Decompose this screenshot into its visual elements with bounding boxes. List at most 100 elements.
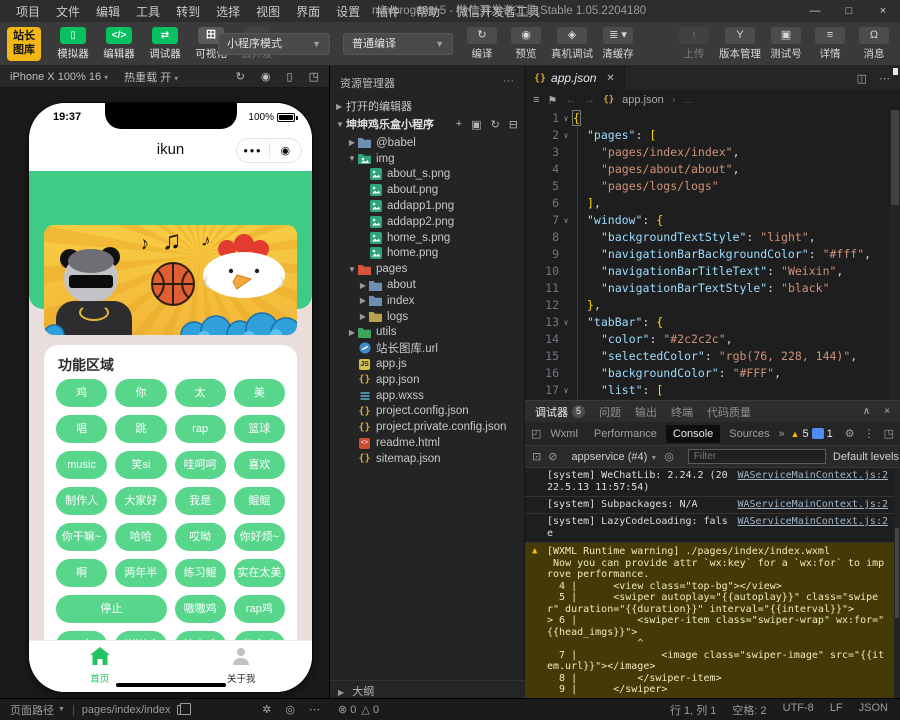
tree-item[interactable]: addapp1.png: [330, 198, 524, 214]
panel-tab-调试器[interactable]: 调试器5: [535, 404, 585, 420]
version-button[interactable]: Y版本管理: [716, 26, 764, 61]
tree-item[interactable]: ▶logs: [330, 309, 524, 325]
bug-icon[interactable]: ✲: [262, 703, 271, 716]
function-button[interactable]: 跳: [115, 415, 166, 443]
multiwindow-icon[interactable]: ◳: [309, 70, 319, 83]
forward-icon[interactable]: →: [584, 94, 595, 106]
close-tab-icon[interactable]: ✕: [606, 73, 614, 84]
context-selector[interactable]: appservice (#4) ▼: [571, 451, 657, 463]
dock-side-icon[interactable]: ◳: [884, 427, 894, 440]
problems-indicator[interactable]: ⊗ 0 △ 0: [330, 703, 379, 716]
collapse-panel-icon[interactable]: ∧: [863, 406, 870, 417]
status-item[interactable]: LF: [830, 702, 843, 718]
breadcrumb-more[interactable]: ...: [683, 94, 692, 106]
clear-console-icon[interactable]: ⊘: [548, 450, 557, 463]
compile-type-dropdown[interactable]: 普通编译 ▼: [343, 33, 453, 55]
breadcrumb-file[interactable]: app.json: [622, 94, 664, 106]
tree-item[interactable]: about_s.png: [330, 167, 524, 183]
status-item[interactable]: JSON: [859, 702, 888, 718]
status-item[interactable]: 行 1, 列 1: [670, 702, 716, 718]
device-icon[interactable]: ▯: [287, 70, 293, 83]
page-path-value[interactable]: pages/index/index: [82, 704, 171, 716]
compile-button[interactable]: ↻编译: [460, 26, 504, 61]
function-button[interactable]: 啊: [56, 559, 107, 587]
tree-item[interactable]: {}project.config.json: [330, 404, 524, 420]
tree-item[interactable]: {}sitemap.json: [330, 451, 524, 467]
bookmark-icon[interactable]: ⚑: [547, 94, 557, 107]
function-button[interactable]: 你干嘛~: [56, 523, 107, 551]
status-item[interactable]: UTF-8: [783, 702, 814, 718]
project-section[interactable]: ▼ 坤坤鸡乐盒小程序 + ▣ ↻ ⊟: [330, 115, 524, 133]
list-icon[interactable]: ≡: [533, 94, 539, 106]
maximize-button[interactable]: □: [832, 0, 866, 22]
function-button[interactable]: music: [56, 451, 107, 479]
function-button[interactable]: 笑si: [115, 451, 166, 479]
function-button[interactable]: 哎呦: [175, 523, 226, 551]
menu-item[interactable]: 工具: [128, 3, 168, 20]
function-button[interactable]: 制作人: [56, 487, 107, 515]
page-path-label[interactable]: 页面路径: [10, 702, 54, 718]
gear-icon[interactable]: ⚙: [845, 427, 855, 440]
close-capsule-icon[interactable]: ◉: [270, 144, 302, 157]
split-editor-icon[interactable]: ◫: [857, 72, 867, 85]
log-levels-dropdown[interactable]: Default levels ▼: [833, 451, 900, 463]
tree-item[interactable]: ▶@babel: [330, 135, 524, 151]
tree-item[interactable]: {}app.json: [330, 372, 524, 388]
fold-icon[interactable]: ∨: [559, 382, 573, 399]
testid-button[interactable]: ▣测试号: [764, 26, 808, 61]
live-expression-icon[interactable]: ⊡: [532, 450, 541, 463]
function-button[interactable]: 鸡: [56, 379, 107, 407]
open-editors-section[interactable]: ▶ 打开的编辑器: [330, 97, 524, 115]
eye-icon[interactable]: ◎: [285, 703, 295, 716]
function-button[interactable]: 你好烦~: [234, 523, 285, 551]
more-actions-icon[interactable]: ···: [503, 75, 514, 91]
function-button[interactable]: 美: [234, 379, 285, 407]
function-button[interactable]: rap鸡: [234, 595, 285, 623]
menu-item[interactable]: 文件: [48, 3, 88, 20]
tree-item[interactable]: ▼pages: [330, 261, 524, 277]
function-button[interactable]: 两年半: [115, 559, 166, 587]
inspect-icon[interactable]: ◰: [531, 427, 541, 440]
toolbar-simulator-button[interactable]: ▯模拟器: [50, 26, 96, 61]
tree-item[interactable]: ▶utils: [330, 325, 524, 341]
devtools-tab-wxml[interactable]: Wxml: [543, 425, 585, 443]
message-button[interactable]: Ω消息: [852, 26, 896, 61]
devtools-tab-sources[interactable]: Sources: [722, 425, 776, 443]
source-link[interactable]: WAServiceMainContext.js:2: [737, 499, 888, 511]
panel-tab-输出[interactable]: 输出: [635, 404, 657, 420]
editor-scrollbar[interactable]: [890, 110, 900, 400]
source-link[interactable]: WAServiceMainContext.js:2: [737, 516, 888, 528]
fold-icon[interactable]: ∨: [559, 314, 573, 331]
function-button[interactable]: 哇呵呵: [175, 451, 226, 479]
tree-item[interactable]: home.png: [330, 246, 524, 262]
tree-item[interactable]: <>readme.html: [330, 435, 524, 451]
toolbar-debugger-button[interactable]: ⇄调试器: [142, 26, 188, 61]
back-icon[interactable]: ←: [565, 94, 576, 106]
banner-image[interactable]: ♪ ♫ ♪: [44, 225, 297, 335]
tree-item[interactable]: ▶index: [330, 293, 524, 309]
fold-icon[interactable]: ∨: [559, 110, 573, 127]
more-menu-icon[interactable]: ●●●: [237, 146, 269, 155]
devtools-tab-performance[interactable]: Performance: [587, 425, 664, 443]
panel-tab-终端[interactable]: 终端: [671, 404, 693, 420]
eye-icon[interactable]: ◎: [664, 450, 674, 463]
code-area[interactable]: 1∨{2∨"pages": [3"pages/index/index",4"pa…: [525, 110, 890, 400]
menu-item[interactable]: 设置: [328, 3, 368, 20]
more-actions-icon[interactable]: ⋯: [879, 72, 890, 85]
console-scrollbar[interactable]: [894, 468, 900, 698]
preview-button[interactable]: ◉预览: [504, 26, 548, 61]
toolbar-editor-button[interactable]: </>编辑器: [96, 26, 142, 61]
refresh-icon[interactable]: ↻: [491, 118, 500, 131]
editor-tab-appjson[interactable]: {} app.json ✕: [525, 66, 625, 90]
tree-item[interactable]: 站长图库.url: [330, 340, 524, 356]
record-icon[interactable]: ◉: [261, 70, 271, 83]
new-folder-icon[interactable]: ▣: [471, 118, 481, 131]
tree-item[interactable]: about.png: [330, 182, 524, 198]
copy-icon[interactable]: [177, 705, 186, 715]
refresh-icon[interactable]: ↻: [236, 70, 245, 83]
overflow-tabs-icon[interactable]: »: [779, 428, 785, 440]
fold-icon[interactable]: ∨: [559, 212, 573, 229]
tree-item[interactable]: ▶about: [330, 277, 524, 293]
function-button[interactable]: 太: [175, 379, 226, 407]
details-button[interactable]: ≡详情: [808, 26, 852, 61]
